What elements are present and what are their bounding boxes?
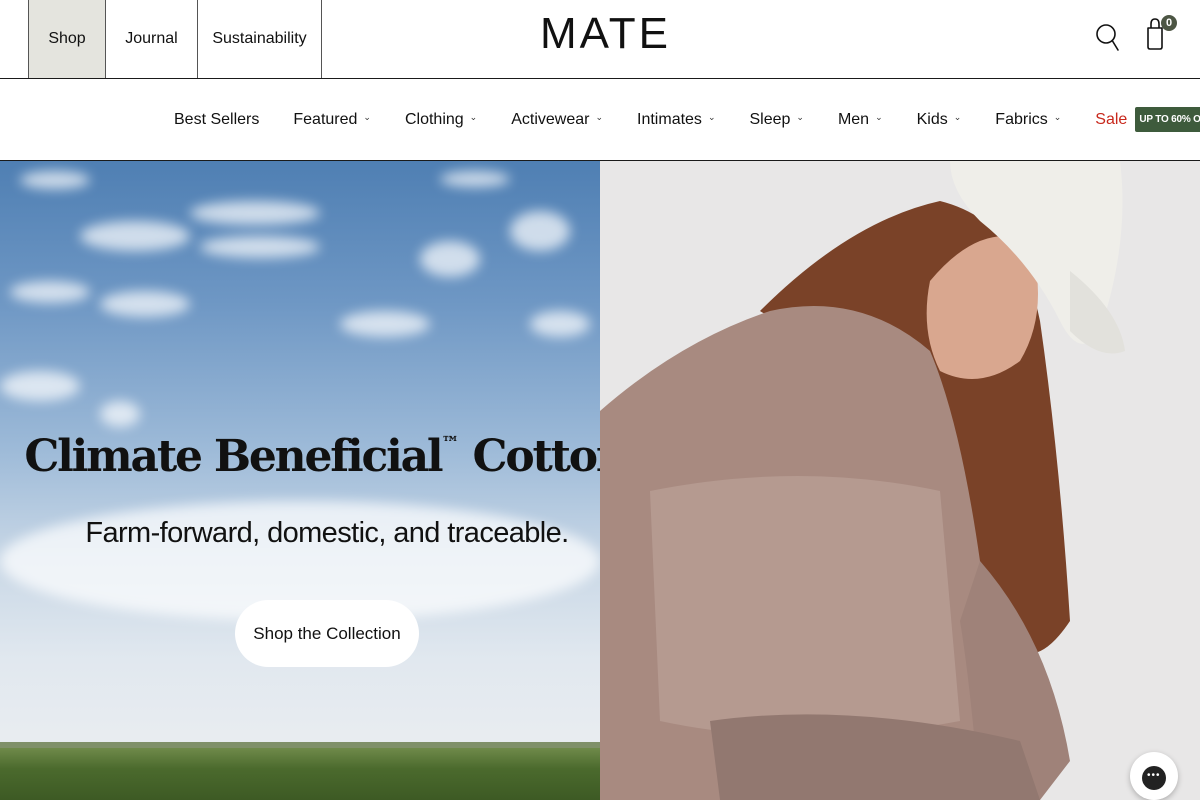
nav-best-sellers[interactable]: Best Sellers bbox=[174, 111, 259, 129]
nav-label: Sleep bbox=[749, 110, 791, 128]
nav-label: Sale bbox=[1095, 110, 1128, 128]
cart-button[interactable]: 0 bbox=[1144, 14, 1178, 52]
nav-fabrics[interactable]: Fabrics ⌄ bbox=[995, 111, 1061, 129]
nav-men[interactable]: Men ⌄ bbox=[838, 111, 883, 129]
nav-label: Activewear bbox=[511, 110, 590, 128]
nav-featured[interactable]: Featured ⌄ bbox=[293, 111, 371, 129]
sky-cloud bbox=[530, 311, 590, 337]
nav-sleep[interactable]: Sleep ⌄ bbox=[749, 111, 803, 129]
sky-cloud bbox=[100, 401, 140, 427]
top-bar: Shop Journal Sustainability MATE 0 bbox=[0, 0, 1200, 79]
category-list: Best Sellers Featured ⌄ Clothing ⌄ Activ… bbox=[174, 79, 1200, 160]
category-nav: Best Sellers Featured ⌄ Clothing ⌄ Activ… bbox=[0, 79, 1200, 161]
sky-cloud bbox=[190, 201, 320, 225]
chevron-down-icon: ⌄ bbox=[953, 112, 962, 122]
sky-cloud bbox=[340, 311, 430, 337]
nav-kids[interactable]: Kids ⌄ bbox=[917, 111, 962, 129]
hero-title-text: Climate Beneficial bbox=[24, 431, 443, 482]
cart-count-badge: 0 bbox=[1161, 15, 1177, 31]
sale-badge[interactable]: UP TO 60% OFF bbox=[1135, 107, 1200, 132]
chevron-down-icon: ⌄ bbox=[363, 112, 371, 122]
nav-label: Intimates bbox=[637, 110, 702, 128]
sky-cloud bbox=[0, 371, 80, 401]
sky-cloud bbox=[420, 241, 480, 277]
sky-cloud bbox=[100, 291, 190, 317]
nav-label: Best Sellers bbox=[174, 110, 260, 128]
tab-journal[interactable]: Journal bbox=[105, 0, 197, 78]
chevron-down-icon: ⌄ bbox=[707, 112, 716, 122]
tab-sustainability[interactable]: Sustainability bbox=[197, 0, 322, 78]
sky-cloud bbox=[200, 236, 320, 258]
nav-label: Fabrics bbox=[995, 110, 1048, 128]
nav-label: Kids bbox=[916, 110, 948, 128]
sky-cloud bbox=[510, 211, 570, 251]
search-button[interactable] bbox=[1094, 20, 1120, 52]
nav-activewear[interactable]: Activewear ⌄ bbox=[511, 111, 603, 129]
nav-label: Men bbox=[837, 110, 870, 128]
chevron-down-icon: ⌄ bbox=[595, 112, 604, 122]
hero-banner: Climate Beneficial™ Cotton Farm-forward,… bbox=[0, 161, 600, 800]
chevron-down-icon: ⌄ bbox=[875, 112, 883, 122]
sky-cloud bbox=[10, 281, 90, 303]
tab-shop[interactable]: Shop bbox=[28, 0, 105, 78]
search-icon bbox=[1096, 24, 1119, 51]
chat-icon: ••• bbox=[1142, 766, 1166, 790]
crop-field bbox=[0, 748, 600, 800]
nav-label: Clothing bbox=[404, 110, 464, 128]
sky-cloud bbox=[20, 171, 90, 189]
site-logo[interactable]: MATE bbox=[540, 8, 668, 60]
hero-photo bbox=[600, 161, 1200, 800]
nav-label: Featured bbox=[293, 110, 358, 128]
nav-intimates[interactable]: Intimates ⌄ bbox=[637, 111, 715, 129]
top-tabs: Shop Journal Sustainability bbox=[28, 0, 322, 78]
chevron-down-icon: ⌄ bbox=[796, 112, 804, 122]
nav-sale[interactable]: Sale bbox=[1095, 111, 1127, 129]
chevron-down-icon: ⌄ bbox=[469, 112, 478, 122]
chat-dots: ••• bbox=[1147, 770, 1161, 781]
chevron-down-icon: ⌄ bbox=[1053, 112, 1062, 122]
hero-title: Climate Beneficial™ Cotton bbox=[0, 431, 600, 482]
trademark-symbol: ™ bbox=[441, 433, 460, 454]
sky-cloud bbox=[440, 171, 510, 187]
hero-subtitle: Farm-forward, domestic, and traceable. bbox=[85, 517, 569, 549]
nav-clothing[interactable]: Clothing ⌄ bbox=[405, 111, 477, 129]
sky-cloud bbox=[80, 221, 190, 251]
hero-title-end: Cotton bbox=[472, 431, 600, 482]
shop-collection-button[interactable]: Shop the Collection bbox=[235, 600, 419, 667]
chat-button[interactable]: ••• bbox=[1130, 752, 1178, 800]
model-photo bbox=[600, 161, 1200, 800]
